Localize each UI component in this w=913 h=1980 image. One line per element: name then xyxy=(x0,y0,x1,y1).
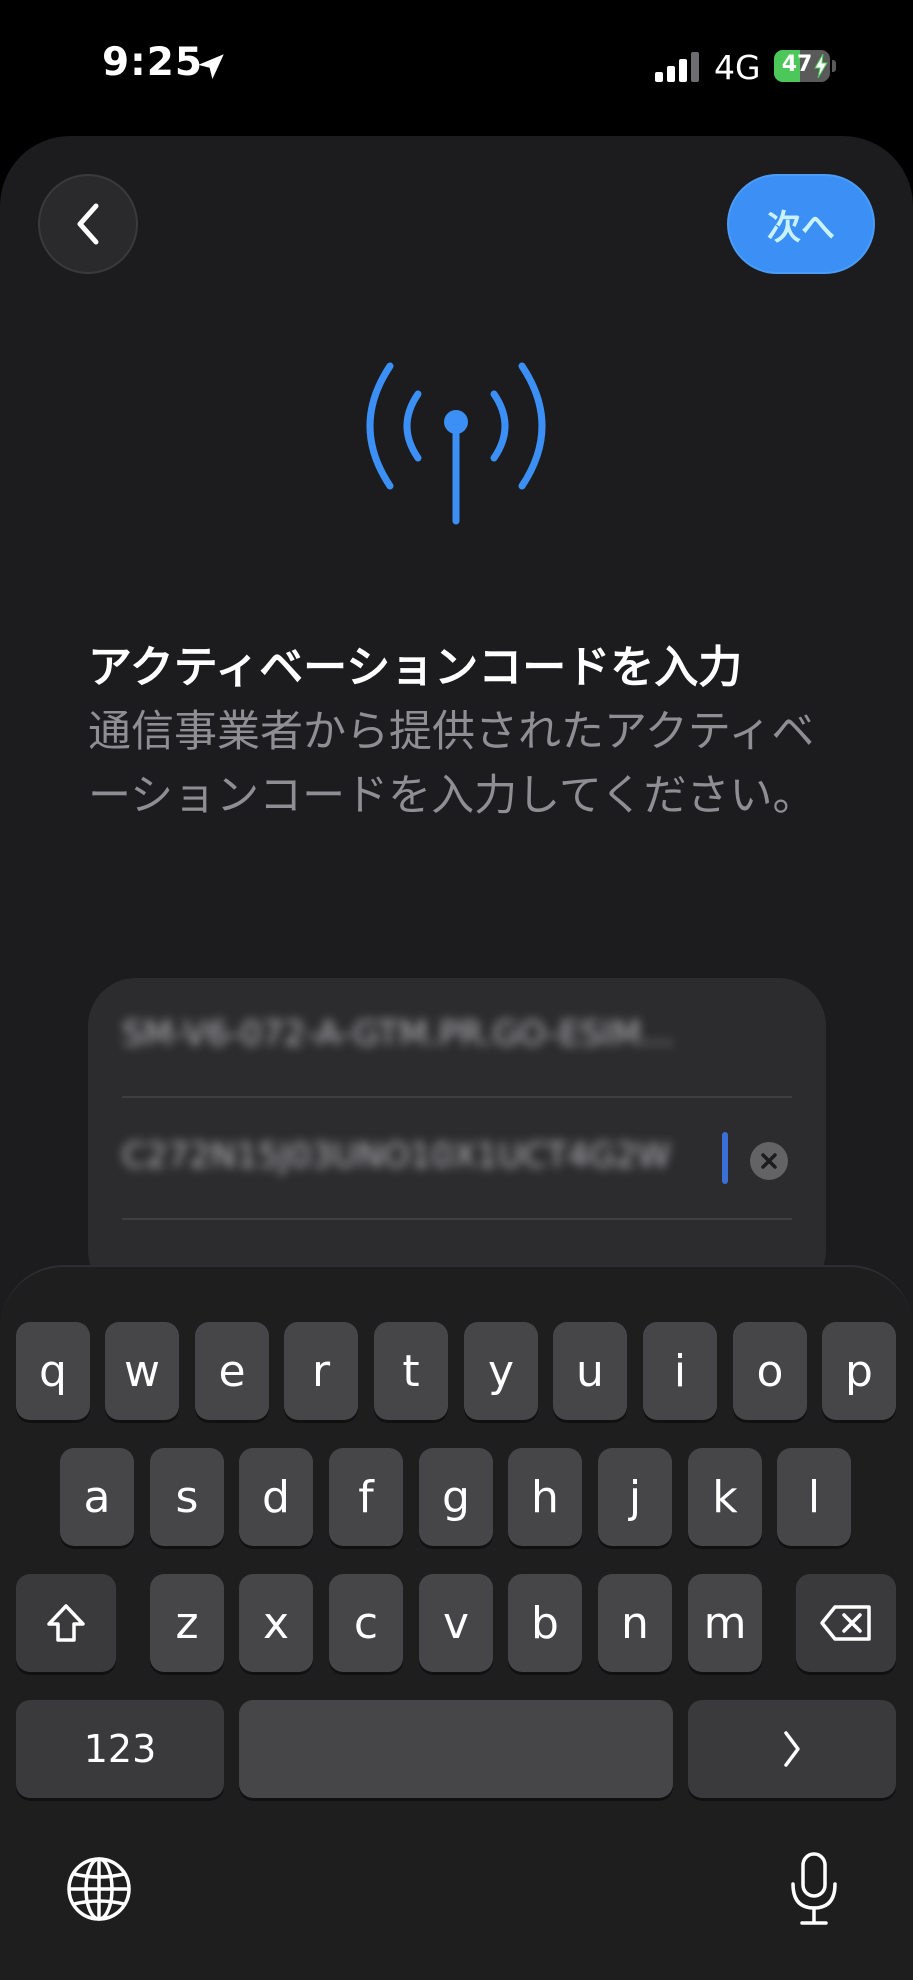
key-r[interactable]: r xyxy=(284,1322,358,1420)
key-y[interactable]: y xyxy=(464,1322,538,1420)
key-h[interactable]: h xyxy=(508,1448,582,1546)
battery-icon: 47 xyxy=(774,50,836,82)
shift-icon xyxy=(47,1604,85,1642)
key-p[interactable]: p xyxy=(822,1322,896,1420)
network-type: 4G xyxy=(714,48,761,87)
key-x[interactable]: x xyxy=(239,1574,313,1672)
chevron-right-icon xyxy=(784,1731,800,1767)
key-d[interactable]: d xyxy=(239,1448,313,1546)
key-t[interactable]: t xyxy=(374,1322,448,1420)
close-icon xyxy=(761,1153,777,1169)
key-w[interactable]: w xyxy=(105,1322,179,1420)
activation-code-form: SM-V6-072-A-GTM.PR.GO-ESIM... C272N15J03… xyxy=(88,978,826,1298)
delete-icon xyxy=(820,1605,871,1641)
key-f[interactable]: f xyxy=(329,1448,403,1546)
key-j[interactable]: j xyxy=(598,1448,672,1546)
microphone-icon[interactable] xyxy=(786,1850,842,1928)
shift-key[interactable] xyxy=(16,1574,116,1672)
antenna-signal-icon xyxy=(366,362,546,525)
key-l[interactable]: l xyxy=(777,1448,851,1546)
text-cursor xyxy=(722,1132,728,1184)
chevron-left-icon xyxy=(77,203,99,245)
key-a[interactable]: a xyxy=(60,1448,134,1546)
return-key[interactable] xyxy=(688,1700,896,1798)
page-subtitle: 通信事業者から提供されたアクティベーションコードを入力してください。 xyxy=(88,707,816,821)
key-n[interactable]: n xyxy=(598,1574,672,1672)
key-o[interactable]: o xyxy=(733,1322,807,1420)
page-title: アクティベーションコードを入力 xyxy=(88,642,743,693)
key-u[interactable]: u xyxy=(553,1322,627,1420)
sm-dp-address-field[interactable]: SM-V6-072-A-GTM.PR.GO-ESIM... xyxy=(122,978,792,1098)
cellular-signal-icon xyxy=(655,52,699,82)
key-g[interactable]: g xyxy=(419,1448,493,1546)
next-button[interactable]: 次へ xyxy=(727,174,875,274)
battery-level: 47 xyxy=(781,52,813,77)
numbers-key[interactable]: 123 xyxy=(16,1700,224,1798)
space-key[interactable] xyxy=(239,1700,673,1798)
activation-code-value: C272N15J03UNO10X1UCT4G2W xyxy=(122,1136,671,1176)
key-c[interactable]: c xyxy=(329,1574,403,1672)
key-b[interactable]: b xyxy=(508,1574,582,1672)
activation-code-field[interactable]: C272N15J03UNO10X1UCT4G2W xyxy=(122,1100,792,1220)
back-button[interactable] xyxy=(38,174,138,274)
delete-key[interactable] xyxy=(796,1574,896,1672)
key-q[interactable]: q xyxy=(16,1322,90,1420)
key-i[interactable]: i xyxy=(643,1322,717,1420)
key-e[interactable]: e xyxy=(195,1322,269,1420)
globe-icon[interactable] xyxy=(64,1854,134,1924)
charging-bolt-icon xyxy=(814,54,828,78)
key-v[interactable]: v xyxy=(419,1574,493,1672)
location-arrow-icon xyxy=(198,54,224,80)
screen: 9:25 4G 47 次へ アクティベーションコードを入力 通信事業者から提供さ… xyxy=(0,0,913,1980)
key-s[interactable]: s xyxy=(150,1448,224,1546)
key-m[interactable]: m xyxy=(688,1574,762,1672)
clear-button[interactable] xyxy=(750,1142,788,1180)
status-time: 9:25 xyxy=(102,40,204,85)
key-k[interactable]: k xyxy=(688,1448,762,1546)
status-bar: 9:25 4G 47 xyxy=(0,0,913,130)
key-z[interactable]: z xyxy=(150,1574,224,1672)
sm-dp-address-value: SM-V6-072-A-GTM.PR.GO-ESIM... xyxy=(122,1014,674,1054)
